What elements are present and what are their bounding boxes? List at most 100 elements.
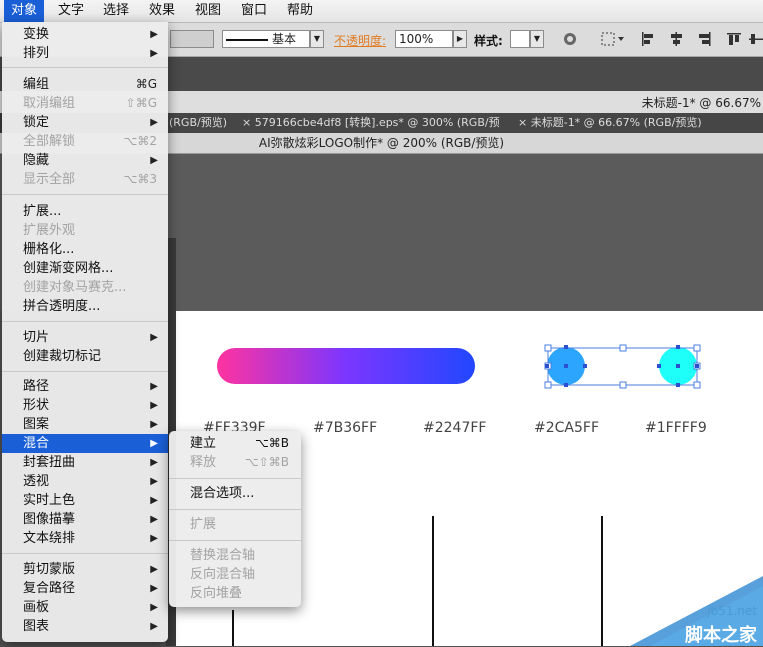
tab-close-icon[interactable]: × xyxy=(518,116,527,129)
menu-effect[interactable]: 效果 xyxy=(149,0,175,22)
hex-label-cyan: #1FFFF9 xyxy=(645,420,707,436)
submenu-arrow-icon: ▶ xyxy=(150,438,158,449)
menu-item-envelope-distort[interactable]: 封套扭曲 ▶ xyxy=(2,453,168,472)
style-dropdown[interactable]: ▼ xyxy=(530,30,544,48)
style-swatch[interactable] xyxy=(510,30,530,48)
menu-item-live-paint[interactable]: 实时上色 ▶ xyxy=(2,491,168,510)
submenu-arrow-icon: ▶ xyxy=(150,117,158,128)
submenu-arrow-icon: ▶ xyxy=(150,533,158,544)
document-tab[interactable]: × 579166cbe4df8 [转换].eps* @ 300% (RGB/预览… xyxy=(238,113,515,149)
guide-line xyxy=(601,516,603,646)
blend-objects-selection[interactable] xyxy=(540,340,710,390)
document-title: AI弥散炫彩LOGO制作* @ 200% (RGB/预览) xyxy=(258,136,505,150)
menu-item-pattern[interactable]: 图案 ▶ xyxy=(2,415,168,434)
menu-item-gradient-mesh[interactable]: 创建渐变网格... xyxy=(2,259,168,278)
menu-item-arrange[interactable]: 排列 ▶ xyxy=(2,44,168,63)
submenu-arrow-icon: ▶ xyxy=(150,564,158,575)
stroke-line-preview xyxy=(226,38,268,41)
submenu-arrow-icon: ▶ xyxy=(150,457,158,468)
stroke-style-select[interactable]: 基本 xyxy=(222,30,310,48)
hex-label-purple: #7B36FF xyxy=(313,420,378,436)
hex-label-sky: #2CA5FF xyxy=(534,420,600,436)
submenu-arrow-icon: ▶ xyxy=(150,514,158,525)
submenu-arrow-icon: ▶ xyxy=(150,495,158,506)
gradient-pill-shape[interactable] xyxy=(217,348,475,384)
menu-item-object-mosaic: 创建对象马赛克... xyxy=(23,280,127,295)
menu-item-ungroup: 取消编组 ⇧⌘G xyxy=(23,96,157,111)
menu-item-image-trace[interactable]: 图像描摹 ▶ xyxy=(2,510,168,529)
submenu-item-blend-options[interactable]: 混合选项... xyxy=(169,484,301,503)
tab-label: 未标题-1* @ 66.67% (RGB/预览) xyxy=(530,116,702,129)
guide-line xyxy=(432,516,434,646)
style-label: 样式: xyxy=(474,34,503,48)
menu-object[interactable]: 对象 xyxy=(4,0,44,22)
object-menu-dropdown: 变换 ▶ 排列 ▶ 编组 ⌘G 取消编组 ⇧⌘G 锁定 ▶ 全部解锁 ⌥⌘2 隐藏 ▶ 显示全… xyxy=(2,22,168,642)
watermark-site: jb51.net xyxy=(707,604,757,618)
menu-type[interactable]: 文字 xyxy=(58,0,84,22)
menu-select[interactable]: 选择 xyxy=(103,0,129,22)
align-right-icon[interactable] xyxy=(696,31,712,47)
select-similar-icon[interactable] xyxy=(600,31,626,47)
menu-item-text-wrap[interactable]: 文本绕排 ▶ xyxy=(2,529,168,548)
menu-item-clipping-mask[interactable]: 剪切蒙版 ▶ xyxy=(2,560,168,579)
align-top-icon[interactable] xyxy=(726,31,742,47)
menu-item-compound-path[interactable]: 复合路径 ▶ xyxy=(2,579,168,598)
opacity-input[interactable]: 100% xyxy=(395,30,453,48)
fill-swatch[interactable] xyxy=(170,30,214,48)
menu-item-path[interactable]: 路径 ▶ xyxy=(2,377,168,396)
submenu-arrow-icon: ▶ xyxy=(150,400,158,411)
submenu-arrow-icon: ▶ xyxy=(150,583,158,594)
menu-item-trim-marks[interactable]: 创建裁切标记 xyxy=(2,347,168,366)
menu-bar: 对象 文字 选择 效果 视图 窗口 帮助 xyxy=(0,0,763,23)
menu-item-group[interactable]: 编组 ⌘G xyxy=(2,75,168,94)
menu-help[interactable]: 帮助 xyxy=(287,0,313,22)
opacity-expand-button[interactable]: ▶ xyxy=(453,30,467,48)
menu-window[interactable]: 窗口 xyxy=(241,0,267,22)
menu-item-shape[interactable]: 形状 ▶ xyxy=(2,396,168,415)
menu-item-show-all: 显示全部 ⌥⌘3 xyxy=(23,172,157,187)
submenu-item-make[interactable]: 建立 ⌥⌘B xyxy=(169,434,301,453)
window-title: 未标题-1* @ 66.67% xyxy=(641,96,761,110)
menu-item-blend[interactable]: 混合 ▶ xyxy=(2,434,168,453)
menu-item-slice[interactable]: 切片 ▶ xyxy=(2,328,168,347)
align-vcenter-icon[interactable] xyxy=(748,31,763,47)
menu-item-unlock-all: 全部解锁 ⌥⌘2 xyxy=(23,134,157,149)
document-tab[interactable] xyxy=(706,113,763,133)
blend-submenu: 建立 ⌥⌘B 释放 ⌥⇧⌘B 混合选项... 扩展 替换混合轴 反向混合轴 反向堆叠 xyxy=(169,431,301,607)
tab-close-icon[interactable]: × xyxy=(242,116,251,129)
watermark-name: 脚本之家 xyxy=(685,625,757,646)
document-tab[interactable]: × 未标题-1* @ 66.67% (RGB/预览) xyxy=(514,113,707,133)
submenu-arrow-icon: ▶ xyxy=(150,332,158,343)
menu-item-expand[interactable]: 扩展... xyxy=(2,202,168,221)
menu-item-graph[interactable]: 图表 ▶ xyxy=(2,617,168,636)
stroke-style-label: 基本 xyxy=(272,32,297,46)
menu-item-rasterize[interactable]: 栅格化... xyxy=(2,240,168,259)
opacity-label[interactable]: 不透明度: xyxy=(334,32,386,49)
menu-item-artboards[interactable]: 画板 ▶ xyxy=(2,598,168,617)
menu-view[interactable]: 视图 xyxy=(195,0,221,22)
submenu-item-reverse-stack: 反向堆叠 xyxy=(190,586,243,601)
submenu-item-expand: 扩展 xyxy=(190,517,217,532)
document-tab[interactable]: (RGB/预览) xyxy=(165,113,239,133)
submenu-arrow-icon: ▶ xyxy=(150,381,158,392)
submenu-arrow-icon: ▶ xyxy=(150,155,158,166)
submenu-item-release: 释放 ⌥⇧⌘B xyxy=(190,455,289,470)
submenu-arrow-icon: ▶ xyxy=(150,419,158,430)
recolor-icon[interactable] xyxy=(562,31,578,47)
menu-item-transform[interactable]: 变换 ▶ xyxy=(2,25,168,44)
menu-item-lock[interactable]: 锁定 ▶ xyxy=(2,113,168,132)
submenu-arrow-icon: ▶ xyxy=(150,602,158,613)
align-center-icon[interactable] xyxy=(668,31,684,47)
stroke-style-dropdown[interactable]: ▼ xyxy=(310,30,324,48)
menu-item-hide[interactable]: 隐藏 ▶ xyxy=(2,151,168,170)
tab-label: (RGB/预览) xyxy=(169,116,228,129)
guide-line xyxy=(232,610,234,646)
menu-item-perspective[interactable]: 透视 ▶ xyxy=(2,472,168,491)
submenu-item-reverse-spine: 反向混合轴 xyxy=(190,567,256,582)
hex-label-blue: #2247FF xyxy=(423,420,487,436)
align-left-icon[interactable] xyxy=(640,31,656,47)
menu-item-expand-appearance: 扩展外观 xyxy=(23,223,76,238)
submenu-item-replace-spine: 替换混合轴 xyxy=(190,548,256,563)
menu-item-flatten-transparency[interactable]: 拼合透明度... xyxy=(2,297,168,316)
submenu-arrow-icon: ▶ xyxy=(150,621,158,632)
